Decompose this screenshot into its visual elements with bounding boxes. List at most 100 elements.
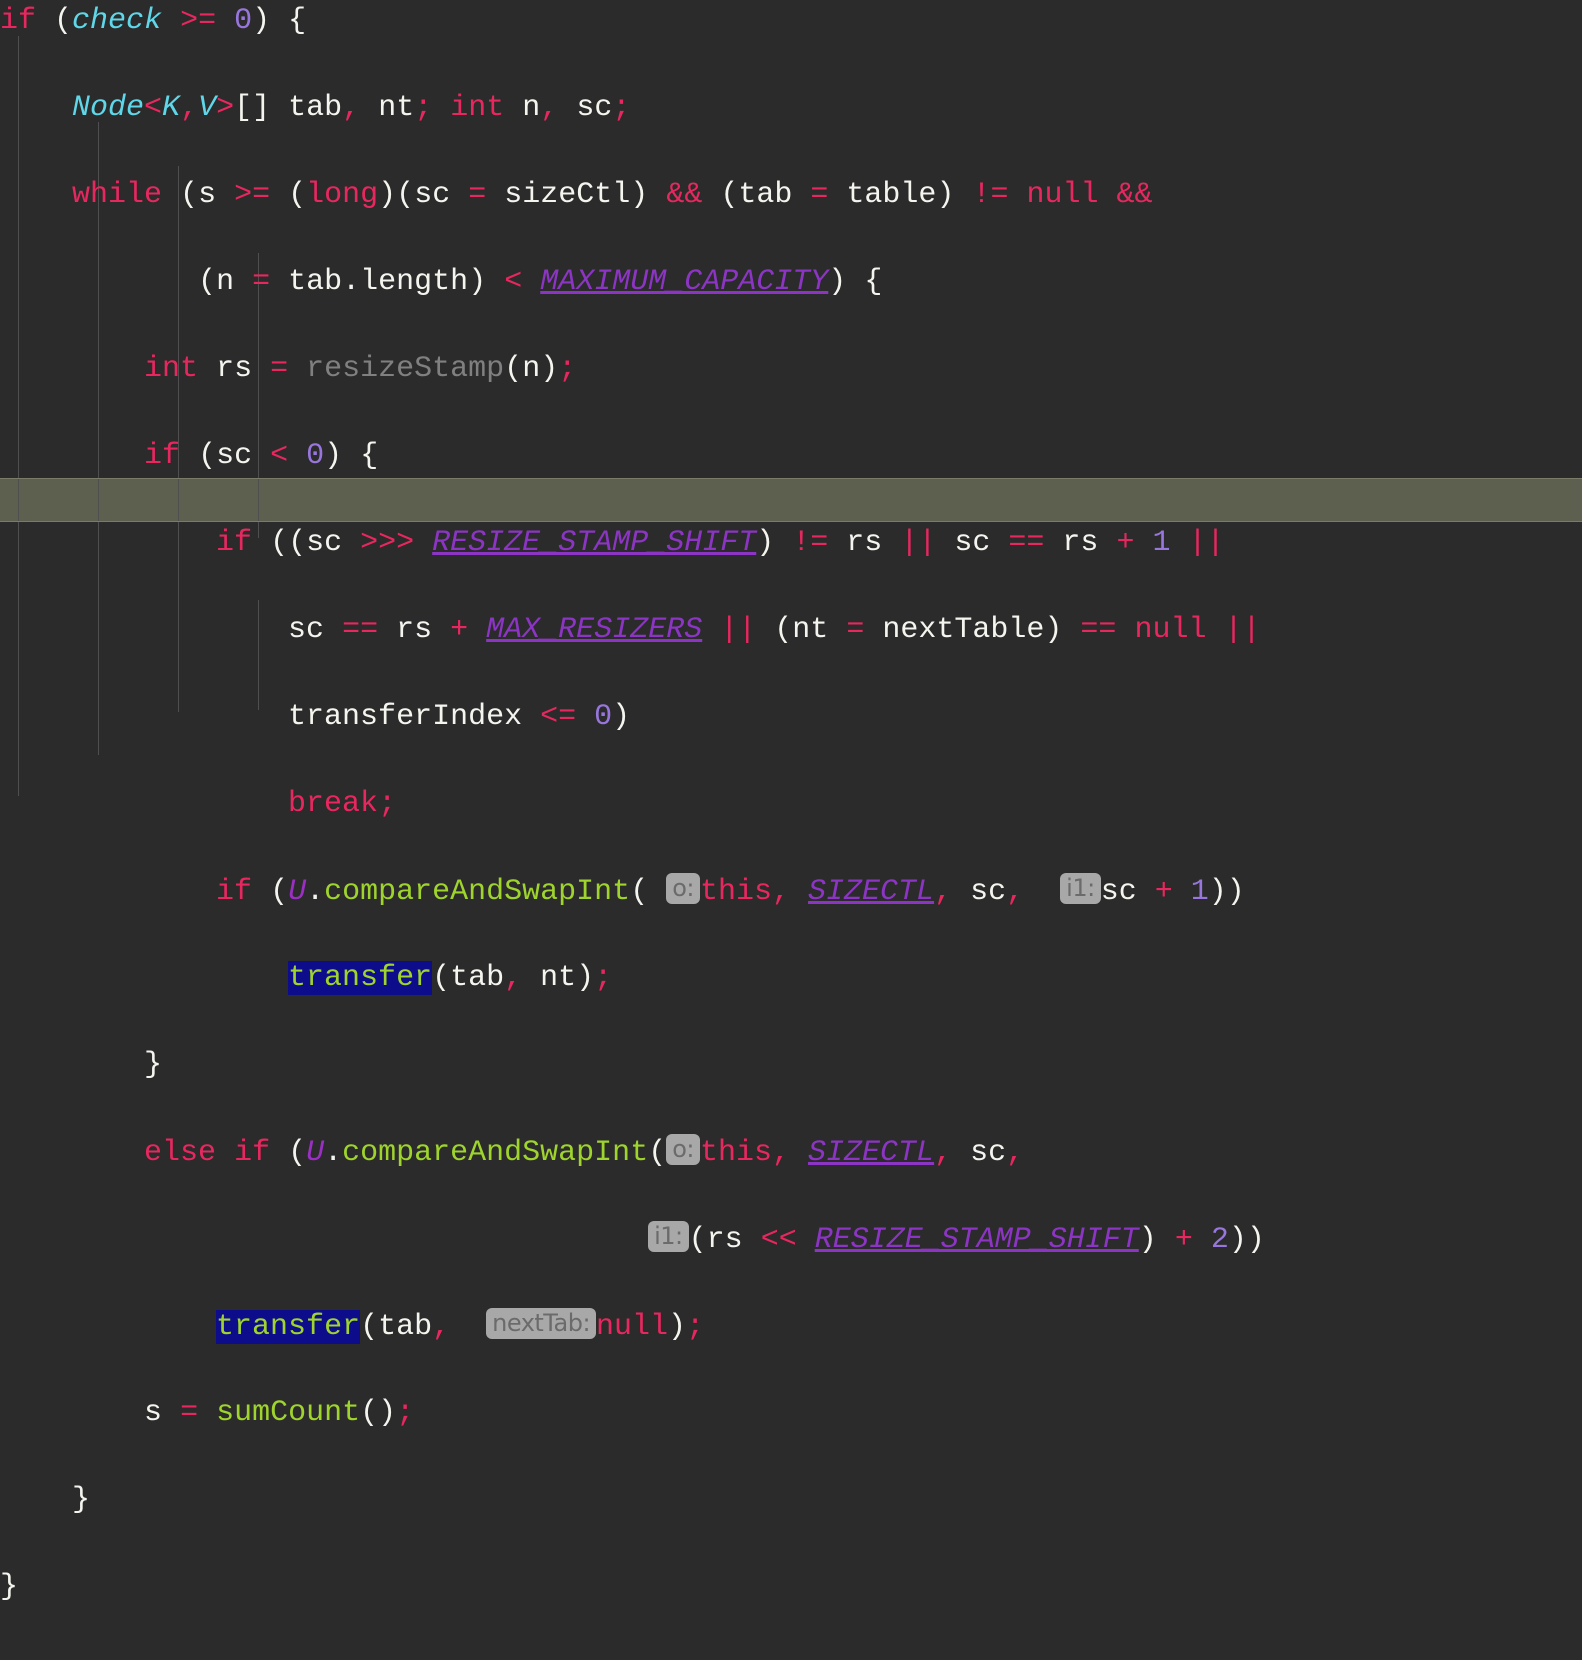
- number-zero: 0: [234, 4, 253, 38]
- code-line-16[interactable]: transfer(tab, nextTab: null);: [0, 1305, 1582, 1349]
- operator-assign-2: =: [810, 178, 829, 212]
- punct-comma-8: ,: [772, 1136, 791, 1170]
- punct-semi-5: ;: [594, 961, 613, 995]
- keyword-null: null: [1026, 178, 1099, 212]
- operator-assign-6: =: [180, 1396, 199, 1430]
- punct-rparen-11: ): [540, 352, 559, 386]
- code-line-14[interactable]: else if (U.compareAndSwapInt(o: this, SIZ…: [0, 1131, 1582, 1175]
- operator-eqeq: ==: [1008, 526, 1045, 560]
- punct-comma-3: ,: [540, 91, 559, 125]
- inlay-hint-nexttab[interactable]: nextTab:: [486, 1308, 597, 1339]
- punct-comma-9: ,: [934, 1136, 953, 1170]
- code-editor[interactable]: if (check >= 0) { Node<K,V>[] tab, nt; i…: [0, 0, 1582, 1604]
- operator-neq-2: !=: [792, 526, 829, 560]
- code-line-4[interactable]: (n = tab.length) < MAXIMUM_CAPACITY) {: [0, 261, 1582, 305]
- operator-ushr: >>>: [360, 526, 415, 560]
- inlay-hint-o-2[interactable]: o:: [666, 1134, 700, 1165]
- punct-lparen-14: (: [288, 526, 307, 560]
- punct-dot-2: .: [306, 875, 325, 909]
- punct-lparen-4: (: [396, 178, 415, 212]
- punct-lparen-15: (: [774, 613, 793, 647]
- punct-rparen-16: ): [576, 961, 595, 995]
- punct-rparen-5: ): [630, 178, 649, 212]
- code-line-7[interactable]: if ((sc >>> RESIZE_STAMP_SHIFT) != rs ||…: [0, 522, 1582, 566]
- punct-lparen-20: (: [648, 1136, 667, 1170]
- punct-semi-6: ;: [686, 1310, 705, 1344]
- operator-shl: <<: [760, 1223, 797, 1257]
- code-line-1[interactable]: if (check >= 0) {: [0, 0, 1582, 44]
- method-compareandswapint-2: compareAndSwapInt: [342, 1136, 649, 1170]
- method-sumcount: sumCount: [216, 1396, 361, 1430]
- var-sc-8: sc: [1100, 875, 1137, 909]
- code-line-13[interactable]: }: [0, 1044, 1582, 1088]
- static-field-max-resizers: MAX_RESIZERS: [486, 613, 703, 647]
- code-content[interactable]: if (check >= 0) { Node<K,V>[] tab, nt; i…: [0, 0, 1582, 1660]
- field-nexttable: nextTable: [882, 613, 1045, 647]
- operator-plus-3: +: [1154, 875, 1173, 909]
- punct-lbrace: {: [288, 4, 307, 38]
- punct-comma-5: ,: [934, 875, 953, 909]
- code-line-8[interactable]: sc == rs + MAX_RESIZERS || (nt = nextTab…: [0, 609, 1582, 653]
- operator-assign-3: =: [252, 265, 271, 299]
- keyword-if-4: if: [216, 875, 253, 909]
- code-line-9[interactable]: transferIndex <= 0): [0, 696, 1582, 740]
- static-class-u: U: [288, 875, 307, 909]
- var-sc-4: sc: [306, 526, 343, 560]
- code-line-11[interactable]: if (U.compareAndSwapInt( o: this, SIZECTL…: [0, 870, 1582, 914]
- var-nt: nt: [378, 91, 415, 125]
- method-transfer-selected[interactable]: transfer: [288, 961, 433, 995]
- operator-plus: +: [1116, 526, 1135, 560]
- code-line-2[interactable]: Node<K,V>[] tab, nt; int n, sc;: [0, 87, 1582, 131]
- punct-lparen-21: (: [688, 1223, 707, 1257]
- punct-dot: .: [342, 265, 361, 299]
- code-line-5[interactable]: int rs = resizeStamp(n);: [0, 348, 1582, 392]
- var-sc: sc: [576, 91, 613, 125]
- static-field-sizectl-2: SIZECTL: [808, 1136, 935, 1170]
- punct-rparen-7: ): [936, 178, 955, 212]
- keyword-int: int: [450, 91, 505, 125]
- punct-rparen-14: ): [1044, 613, 1063, 647]
- var-nt-3: nt: [540, 961, 577, 995]
- punct-rbrace-2: }: [72, 1483, 91, 1517]
- punct-rparen-10: ): [828, 265, 847, 299]
- var-rs-5: rs: [706, 1223, 743, 1257]
- var-sc-5: sc: [954, 526, 991, 560]
- punct-lparen-19: (: [288, 1136, 307, 1170]
- code-line-15[interactable]: i1: (rs << RESIZE_STAMP_SHIFT) + 2)): [0, 1218, 1582, 1262]
- var-sc-6: sc: [288, 613, 325, 647]
- number-one-2: 1: [1190, 875, 1209, 909]
- punct-comma-7: ,: [504, 961, 523, 995]
- code-line-18[interactable]: }: [0, 1479, 1582, 1523]
- var-nt-2: nt: [792, 613, 829, 647]
- inlay-hint-i1-2[interactable]: i1:: [648, 1221, 689, 1252]
- code-line-6[interactable]: if (sc < 0) {: [0, 435, 1582, 479]
- inlay-hint-i1[interactable]: i1:: [1060, 873, 1101, 904]
- var-n-3: n: [522, 352, 541, 386]
- punct-semi-7: ;: [396, 1396, 415, 1430]
- punct-lparen-18: (: [432, 961, 451, 995]
- keyword-break: break: [288, 787, 379, 821]
- punct-semi-4: ;: [378, 787, 397, 821]
- method-transfer-selected-2[interactable]: transfer: [216, 1310, 361, 1344]
- operator-assign-4: =: [270, 352, 289, 386]
- punct-rbrack: ]: [252, 91, 271, 125]
- operator-ge: >=: [180, 4, 217, 38]
- var-sc-9: sc: [970, 1136, 1007, 1170]
- var-rs-2: rs: [846, 526, 883, 560]
- operator-le: <=: [540, 700, 577, 734]
- code-line-10[interactable]: break;: [0, 783, 1582, 827]
- code-line-3[interactable]: while (s >= (long)(sc = sizeCtl) && (tab…: [0, 174, 1582, 218]
- code-line-19[interactable]: }: [0, 1566, 1582, 1610]
- punct-rparen-13: ): [756, 526, 775, 560]
- punct-rparen-double-2: )): [1228, 1223, 1265, 1257]
- code-line-12[interactable]: transfer(tab, nt);: [0, 957, 1582, 1001]
- punct-comma-11: ,: [432, 1310, 451, 1344]
- code-line-17[interactable]: s = sumCount();: [0, 1392, 1582, 1436]
- operator-or-2: ||: [1188, 526, 1225, 560]
- punct-lparen-6: (: [720, 178, 739, 212]
- var-tab: tab: [288, 91, 343, 125]
- punct-comma-4: ,: [772, 875, 791, 909]
- inlay-hint-o[interactable]: o:: [666, 873, 700, 904]
- punct-semi-3: ;: [558, 352, 577, 386]
- punct-lparen-8: (: [198, 265, 217, 299]
